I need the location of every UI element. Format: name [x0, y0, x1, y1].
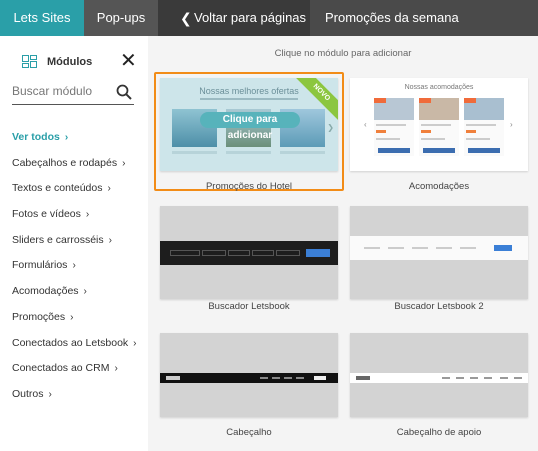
- module-preview: [160, 333, 338, 417]
- module-preview: Nossas melhores ofertas Clique para adic…: [160, 78, 338, 171]
- chevron-right-icon: ›: [83, 286, 87, 298]
- preview-title: Nossas acomodações: [404, 84, 474, 91]
- chevron-right-icon: ›: [122, 157, 126, 169]
- chevron-right-icon: ›: [108, 234, 112, 246]
- sidebar-item-sliders[interactable]: Sliders e carrosséis ›: [12, 232, 142, 258]
- module-search: [12, 82, 134, 105]
- sidebar-item-cabecalhos[interactable]: Cabeçalhos e rodapés ›: [12, 155, 142, 181]
- tab-popups[interactable]: Pop-ups: [84, 0, 158, 36]
- chevron-right-icon: ❯: [327, 123, 334, 132]
- sidebar-item-promocoes[interactable]: Promoções ›: [12, 309, 142, 335]
- modules-grid-icon: [22, 55, 37, 69]
- sidebar-item-letsbook[interactable]: Conectados ao Letsbook ›: [12, 335, 142, 361]
- modules-sidebar: Módulos ✕ Ver todos› Cabeçalhos e rodapé…: [0, 36, 148, 451]
- sidebar-header: Módulos ✕: [20, 51, 138, 74]
- sidebar-item-fotos[interactable]: Fotos e vídeos ›: [12, 206, 142, 232]
- module-label: Acomodações: [408, 181, 470, 192]
- module-label: Cabeçalho: [226, 427, 272, 438]
- chevron-right-icon: ›: [85, 209, 90, 221]
- category-menu: Ver todos › Cabeçalhos e rodapés › Textos …: [12, 129, 142, 412]
- chevron-right-icon: ›: [64, 132, 69, 143]
- module-label: Buscador Letsbook: [208, 301, 290, 312]
- add-module-button[interactable]: Clique para adicionar: [200, 112, 300, 141]
- sidebar-title: Módulos: [47, 56, 93, 68]
- module-preview: [350, 206, 528, 299]
- chevron-left-icon: ‹: [364, 120, 367, 129]
- module-preview: [160, 206, 338, 299]
- chevron-right-icon: ›: [510, 120, 513, 129]
- modules-gallery: Clique no módulo para adicionar Nossas m…: [148, 36, 538, 451]
- sidebar-item-crm[interactable]: Conectados ao CRM ›: [12, 360, 142, 386]
- gallery-hint: Clique no módulo para adicionar: [274, 48, 412, 59]
- sidebar-item-ver-todos[interactable]: Ver todos ›: [12, 129, 142, 155]
- tab-lets-sites[interactable]: Lets Sites: [0, 0, 84, 36]
- module-label: Cabeçalho de apoio: [396, 427, 482, 438]
- chevron-left-icon: ❮: [180, 10, 192, 26]
- module-preview: Nossas acomodações ‹ ›: [350, 78, 528, 171]
- chevron-right-icon: ›: [114, 363, 118, 375]
- page-title: Promoções da semana: [310, 0, 538, 36]
- back-to-pages-button[interactable]: ❮ Voltar para páginas: [158, 0, 310, 36]
- search-input[interactable]: [12, 84, 112, 98]
- module-label: Buscador Letsbook 2: [394, 301, 484, 312]
- sidebar-item-formularios[interactable]: Formulários ›: [12, 257, 142, 283]
- top-bar: Lets Sites Pop-ups ❮ Voltar para páginas…: [0, 0, 538, 36]
- sidebar-item-acomodacoes[interactable]: Acomodações ›: [12, 283, 142, 309]
- chevron-right-icon: ›: [107, 183, 111, 195]
- back-label: Voltar para páginas: [194, 10, 307, 25]
- module-label: Promoções do Hotel: [205, 181, 293, 192]
- module-preview: [350, 333, 528, 417]
- chevron-right-icon: ›: [133, 337, 137, 349]
- chevron-right-icon: ›: [72, 260, 76, 272]
- close-icon[interactable]: ✕: [120, 51, 137, 71]
- search-icon[interactable]: [116, 84, 132, 100]
- sidebar-item-outros[interactable]: Outros ›: [12, 386, 142, 412]
- chevron-right-icon: ›: [48, 388, 52, 400]
- sidebar-item-textos[interactable]: Textos e conteúdos ›: [12, 180, 142, 206]
- chevron-right-icon: ›: [70, 311, 74, 323]
